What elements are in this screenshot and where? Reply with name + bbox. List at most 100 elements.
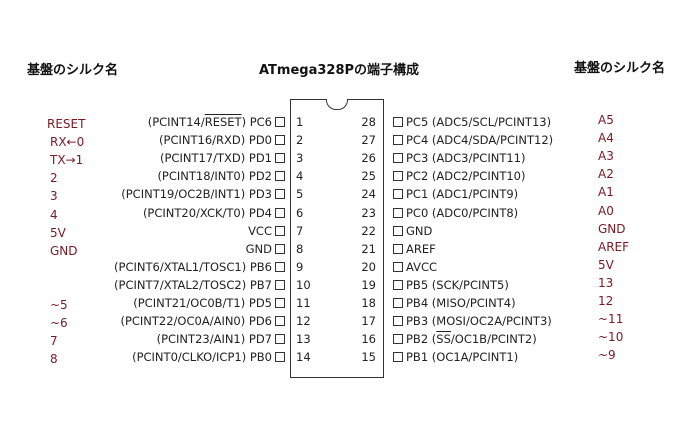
pin-number: 23: [361, 206, 376, 220]
pin-pad: [275, 208, 285, 218]
right-silk-label: ~9: [598, 348, 616, 362]
pin-function-text: (PCINT19/OC2B/INT1) PD3: [121, 187, 272, 201]
pin-number: 28: [361, 115, 376, 129]
pin-function-text: PC0 (ADC0/PCINT8): [406, 206, 519, 220]
left-silk-label: 3: [50, 189, 58, 203]
left-pin-label: (PCINT21/OC0B/T1) PD5: [133, 296, 285, 310]
pin-number: 9: [296, 260, 304, 274]
right-silk-label: 13: [598, 276, 614, 290]
pin-pad: [393, 298, 403, 308]
pin-pad: [393, 153, 403, 163]
pin-number: 12: [296, 314, 311, 328]
right-silk-label: 5V: [598, 258, 614, 272]
pin-function-text: (PCINT23/AIN1) PD7: [156, 332, 272, 346]
pin-number: 11: [296, 296, 311, 310]
pin-function-text: (PCINT18/INT0) PD2: [157, 169, 272, 183]
pin-function-text: PC5 (ADC5/SCL/PCINT13): [406, 115, 552, 129]
left-pin-label: (PCINT23/AIN1) PD7: [157, 332, 285, 346]
pin-pad: [393, 244, 403, 254]
right-pin-label: PB2 (SS/OC1B/PCINT2): [393, 332, 537, 346]
pin-number: 7: [296, 224, 304, 238]
right-silk-label: A0: [598, 204, 614, 218]
pin-pad: [393, 189, 403, 199]
pin-pad: [393, 226, 403, 236]
left-pin-label: GND: [246, 242, 285, 256]
left-silk-label: RX←0: [50, 135, 85, 149]
left-silk-label: 8: [50, 352, 58, 366]
pin-function-text: PB5 (SCK/PCINT5): [406, 278, 509, 292]
right-pin-label: AVCC: [393, 260, 437, 274]
pin-function-text: PC1 (ADC1/PCINT9): [406, 187, 519, 201]
pin-function-text: PB4 (MISO/PCINT4): [406, 296, 516, 310]
pin-pad: [393, 171, 403, 181]
pin-function-text: PB3 (MOSI/OC2A/PCINT3): [406, 314, 552, 328]
pin-pad: [393, 208, 403, 218]
pin-function-text: PB2 (: [406, 332, 437, 346]
left-silk-header: 基盤のシルク名: [27, 63, 119, 78]
pin-function-text: GND: [245, 242, 272, 256]
active-low-signal-name: RESET: [204, 115, 242, 129]
pin-function-text: (PCINT16/RXD) PD0: [159, 133, 272, 147]
right-pin-label: PB1 (OC1A/PCINT1): [393, 350, 518, 364]
right-silk-label: A4: [598, 131, 614, 145]
right-pin-label: PC2 (ADC2/PCINT10): [393, 169, 525, 183]
pin-function-text: /OC1B/PCINT2): [450, 332, 537, 346]
pin-pad: [275, 153, 285, 163]
pin-pad: [275, 135, 285, 145]
left-silk-label: ~5: [50, 298, 68, 312]
left-pin-label: (PCINT18/INT0) PD2: [157, 169, 285, 183]
pin-function-text: (PCINT22/OC0A/AIN0) PD6: [120, 314, 272, 328]
pin-number: 21: [361, 242, 376, 256]
left-pin-label: (PCINT0/CLKO/ICP1) PB0: [132, 350, 285, 364]
right-silk-label: A1: [598, 185, 614, 199]
pin-pad: [275, 352, 285, 362]
pin-function-text: ) PC6: [241, 115, 272, 129]
pin-number: 4: [296, 169, 304, 183]
right-silk-label: A5: [598, 113, 614, 127]
pin-number: 15: [361, 350, 376, 364]
pin-number: 14: [296, 350, 311, 364]
left-silk-label: TX→1: [50, 153, 84, 167]
pin-number: 13: [296, 332, 311, 346]
pin-pad: [275, 244, 285, 254]
right-silk-label: GND: [598, 222, 626, 236]
left-silk-label: ~6: [50, 316, 68, 330]
pin-function-text: (PCINT17/TXD) PD1: [160, 151, 272, 165]
left-pin-label: (PCINT19/OC2B/INT1) PD3: [121, 187, 285, 201]
pin-function-text: (PCINT7/XTAL2/TOSC2) PB7: [114, 278, 272, 292]
pin-pad: [275, 189, 285, 199]
left-silk-label: GND: [50, 244, 78, 258]
pin-pad: [393, 334, 403, 344]
right-pin-label: AREF: [393, 242, 436, 256]
pin-number: 26: [361, 151, 376, 165]
left-pin-label: (PCINT20/XCK/T0) PD4: [143, 206, 285, 220]
right-pin-label: PC0 (ADC0/PCINT8): [393, 206, 518, 220]
pin-number: 22: [361, 224, 376, 238]
right-pin-label: PC1 (ADC1/PCINT9): [393, 187, 518, 201]
left-pin-label: (PCINT7/XTAL2/TOSC2) PB7: [114, 278, 285, 292]
pin-function-text: (PCINT21/OC0B/T1) PD5: [133, 296, 272, 310]
pin-function-text: (PCINT0/CLKO/ICP1) PB0: [132, 350, 272, 364]
pin-function-text: (PCINT14/: [147, 115, 205, 129]
pin-number: 6: [296, 206, 304, 220]
left-pin-label: (PCINT22/OC0A/AIN0) PD6: [120, 314, 285, 328]
left-silk-label: RESET: [47, 117, 86, 131]
pin-function-text: (PCINT20/XCK/T0) PD4: [142, 206, 272, 220]
right-silk-label: AREF: [598, 240, 630, 254]
pin1-notch: [326, 99, 348, 110]
left-pin-label: (PCINT6/XTAL1/TOSC1) PB6: [114, 260, 285, 274]
right-silk-header: 基盤のシルク名: [574, 61, 666, 76]
pin-function-text: VCC: [248, 224, 272, 238]
pin-pad: [393, 280, 403, 290]
right-silk-label: ~10: [598, 330, 624, 344]
pin-function-text: AVCC: [406, 260, 438, 274]
pin-pad: [393, 135, 403, 145]
pin-number: 25: [361, 169, 376, 183]
right-pin-label: PB3 (MOSI/OC2A/PCINT3): [393, 314, 552, 328]
right-pin-label: PB4 (MISO/PCINT4): [393, 296, 516, 310]
right-silk-label: ~11: [598, 312, 624, 326]
right-pin-label: PB5 (SCK/PCINT5): [393, 278, 509, 292]
pin-function-text: PC2 (ADC2/PCINT10): [406, 169, 526, 183]
pin-number: 17: [361, 314, 376, 328]
pin-function-text: (PCINT6/XTAL1/TOSC1) PB6: [114, 260, 272, 274]
